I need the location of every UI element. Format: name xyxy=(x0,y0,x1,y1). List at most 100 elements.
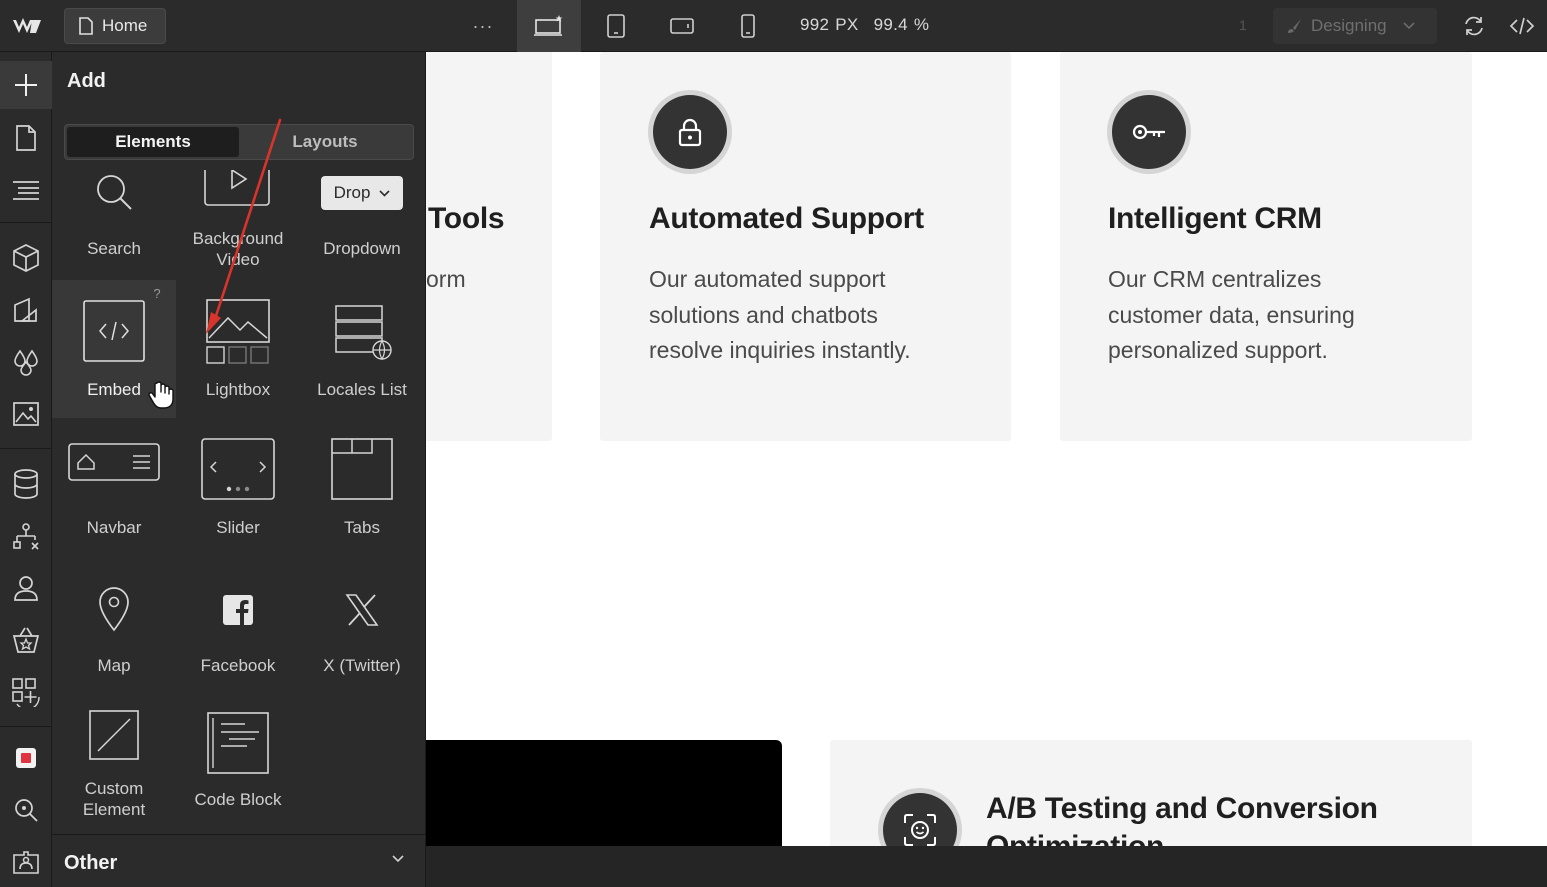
chevron-down-icon xyxy=(392,855,404,863)
apps-button[interactable] xyxy=(0,668,52,716)
element-label: Custom Element xyxy=(52,778,176,820)
element-label: Slider xyxy=(216,518,260,537)
dropdown-chip-icon: Drop xyxy=(321,176,403,210)
tab-elements[interactable]: Elements xyxy=(67,127,239,157)
ecommerce-button[interactable] xyxy=(0,616,52,664)
card-text: orm xyxy=(426,266,466,292)
facebook-icon xyxy=(223,595,253,625)
breakpoint-mobile-portrait-button[interactable] xyxy=(716,0,780,52)
element-slider[interactable]: Slider xyxy=(176,418,300,556)
search-button[interactable] xyxy=(0,786,52,834)
map-pin-icon xyxy=(99,587,129,632)
chevron-down-icon xyxy=(1403,22,1415,30)
element-label: Dropdown xyxy=(323,239,401,258)
refresh-icon xyxy=(1465,16,1483,36)
slider-icon xyxy=(201,438,275,500)
users-button[interactable] xyxy=(0,564,52,612)
style-selectors-button[interactable] xyxy=(0,286,52,334)
webflow-logo-icon[interactable] xyxy=(10,12,44,40)
hand-cursor-icon xyxy=(148,381,174,409)
element-custom-element[interactable]: Custom Element xyxy=(52,694,176,832)
tablet-icon xyxy=(607,14,625,38)
page-name: Home xyxy=(102,16,148,35)
card-title: Tools xyxy=(428,202,505,235)
breakpoint-mobile-landscape-button[interactable] xyxy=(650,0,714,52)
code-export-button[interactable] xyxy=(1507,12,1537,40)
element-label: Facebook xyxy=(200,656,276,675)
face-scan-icon xyxy=(904,814,936,846)
video-tutorials-button[interactable] xyxy=(0,838,52,886)
mode-selector-button[interactable]: Designing xyxy=(1273,8,1437,44)
brush-icon xyxy=(1288,19,1301,33)
cms-button[interactable] xyxy=(0,460,52,508)
add-panel-button[interactable] xyxy=(0,61,52,109)
feature-card-intelligent-crm[interactable]: Intelligent CRM Our CRM centralizes cust… xyxy=(1060,52,1472,441)
rail-divider xyxy=(0,222,52,223)
element-x-twitter[interactable]: X (Twitter) xyxy=(300,556,424,694)
element-label-line: Element xyxy=(82,800,146,819)
element-facebook[interactable]: Facebook xyxy=(176,556,300,694)
key-icon xyxy=(1132,124,1165,140)
element-map[interactable]: Map xyxy=(52,556,176,694)
navigator-list-icon xyxy=(13,181,39,200)
x-twitter-icon xyxy=(345,594,379,626)
assets-button[interactable] xyxy=(0,390,52,438)
add-panel: Add Elements Layouts Search Background Vi… xyxy=(52,52,426,887)
rail-divider xyxy=(0,448,52,449)
element-label: Tabs xyxy=(344,518,380,537)
element-background-video[interactable]: Background Video xyxy=(176,170,300,280)
logic-button[interactable] xyxy=(0,512,52,560)
pages-button[interactable] xyxy=(0,114,52,162)
element-search[interactable]: Search xyxy=(52,170,176,280)
feature-card-automated-support[interactable]: Automated Support Our automated support … xyxy=(600,52,1011,441)
navigator-button[interactable] xyxy=(0,166,52,214)
variables-button[interactable] xyxy=(0,338,52,386)
embed-code-icon xyxy=(83,300,145,362)
element-code-block[interactable]: Code Block xyxy=(176,694,300,832)
element-lightbox[interactable]: Lightbox xyxy=(176,280,300,418)
breakpoint-desktop-base-button[interactable] xyxy=(517,0,581,52)
card-text: Our CRM centralizes customer data, ensur… xyxy=(1108,266,1355,363)
panel-title: Add xyxy=(67,70,106,92)
element-locales-list[interactable]: Locales List xyxy=(300,280,424,418)
mobile-portrait-icon xyxy=(741,14,755,38)
element-dropdown[interactable]: Drop Dropdown xyxy=(300,170,424,280)
more-options-button[interactable]: ··· xyxy=(466,12,500,40)
card-title: Intelligent CRM xyxy=(1108,202,1322,235)
element-navbar[interactable]: Navbar xyxy=(52,418,176,556)
card-icon-badge xyxy=(648,90,732,174)
components-button[interactable] xyxy=(0,234,52,282)
record-app-button[interactable] xyxy=(0,734,52,782)
card-icon-badge xyxy=(1107,90,1191,174)
locales-list-icon xyxy=(335,305,392,361)
code-block-icon xyxy=(207,712,269,774)
background-video-icon xyxy=(204,170,270,206)
search-icon xyxy=(97,175,132,210)
lock-icon xyxy=(678,118,702,147)
database-icon xyxy=(14,469,38,499)
design-canvas[interactable]: Tools orm Automated Support Our automate… xyxy=(426,52,1547,846)
canvas-size-readout[interactable]: 992 PX 99.4% xyxy=(800,15,935,35)
page-icon xyxy=(16,125,36,151)
style-selector-icon xyxy=(14,297,37,322)
user-icon xyxy=(14,576,38,601)
rail-divider xyxy=(0,726,52,727)
other-section-toggle[interactable]: Other xyxy=(52,834,425,887)
webflow-designer: Home ··· 992 PX 99.4% 1 Designing Add El… xyxy=(0,0,1547,887)
element-tabs[interactable]: Tabs xyxy=(300,418,424,556)
lightbox-icon xyxy=(206,299,270,364)
mobile-landscape-icon xyxy=(670,18,694,34)
tab-layouts[interactable]: Layouts xyxy=(239,127,411,157)
breakpoint-tablet-button[interactable] xyxy=(584,0,648,52)
left-toolbar xyxy=(0,52,52,887)
feature-card-ab-testing[interactable]: A/B Testing and Conversion Optimization xyxy=(830,740,1472,846)
sync-button[interactable] xyxy=(1459,12,1489,40)
media-block[interactable] xyxy=(426,740,782,846)
page-selector-button[interactable]: Home xyxy=(64,8,166,44)
feature-card-partial[interactable]: Tools orm xyxy=(426,52,552,441)
top-bar: Home ··· 992 PX 99.4% 1 Designing xyxy=(0,0,1547,52)
element-label: Navbar xyxy=(86,518,142,537)
bottom-status-bar xyxy=(426,846,1547,887)
element-embed[interactable]: ? Embed xyxy=(52,280,176,418)
dropdown-chip-text: Drop xyxy=(333,183,371,202)
